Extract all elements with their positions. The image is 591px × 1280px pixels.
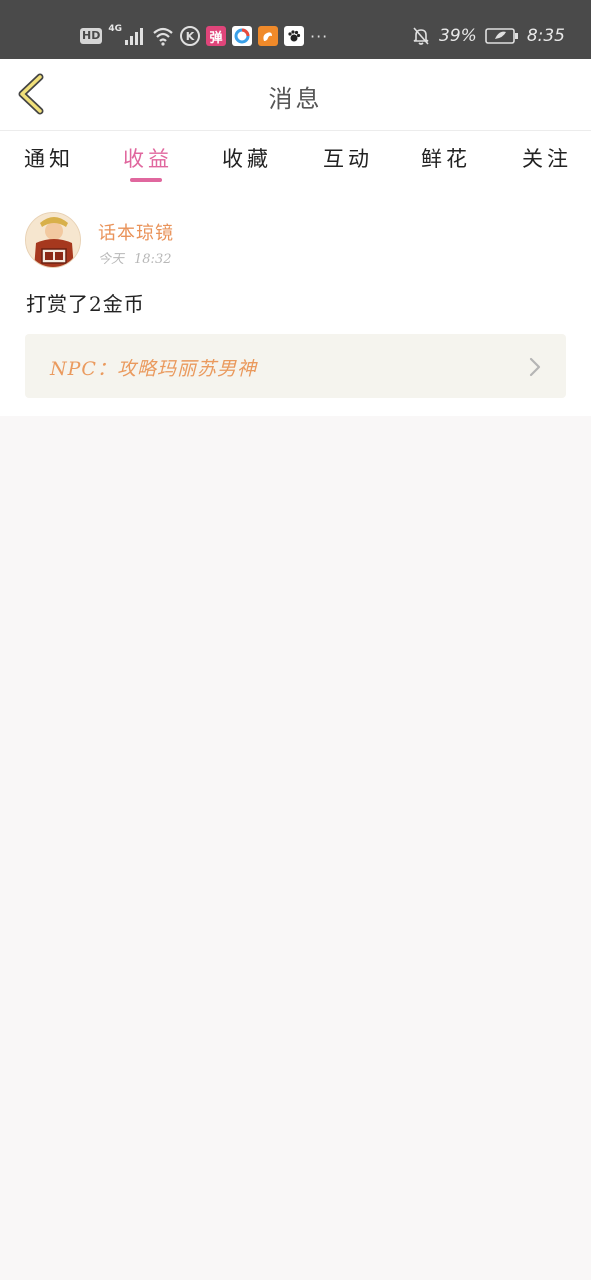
work-link[interactable]: NPC：攻略玛丽苏男神 [25,334,566,398]
page-title: 消息 [268,85,323,113]
sender-name[interactable]: 话本琼镜 [98,219,174,245]
tab-interactions[interactable]: 互动 [323,143,373,173]
k-app-icon: K [180,26,200,46]
tab-earnings[interactable]: 收益 [123,143,173,173]
tab-favorites[interactable]: 收藏 [222,143,272,173]
header: 消息 [0,59,591,131]
message-card: 话本琼镜 今天 18:32 打赏了2金币 NPC：攻略玛丽苏男神 [0,186,591,416]
message-text: 打赏了2金币 [26,292,145,316]
clock: 8:35 [526,26,565,46]
battery-percent: 39% [439,26,477,46]
battery-icon [485,28,518,44]
message-time: 18:32 [134,252,172,267]
squirrel-app-icon [258,26,278,46]
bell-muted-icon [413,27,429,45]
tab-following[interactable]: 关注 [522,143,572,173]
message-date: 今天 [98,252,125,267]
signal-icon [125,28,143,45]
avatar-image [26,213,80,267]
status-bar: HD 4G K 弹 ··· 39% 8:35 [0,0,591,59]
message-timestamp: 今天 18:32 [98,248,171,267]
danmaku-app-icon: 弹 [206,26,226,46]
network-type: 4G [108,24,122,34]
wifi-icon [153,27,173,46]
active-tab-indicator [130,178,162,182]
paw-app-icon [284,26,304,46]
chevron-right-icon [529,357,541,377]
browser-app-icon [232,26,252,46]
hd-badge: HD [80,28,103,44]
status-left-icons: HD 4G K 弹 ··· [80,22,328,50]
tab-bar: 通知 收益 收藏 互动 鲜花 关注 [0,131,591,186]
work-title: NPC：攻略玛丽苏男神 [50,358,257,380]
status-right-icons: 39% 8:35 [411,22,565,50]
more-notifications-icon: ··· [310,26,329,46]
tab-flowers[interactable]: 鲜花 [421,143,471,173]
tab-notifications[interactable]: 通知 [24,143,74,173]
avatar[interactable] [25,212,81,268]
